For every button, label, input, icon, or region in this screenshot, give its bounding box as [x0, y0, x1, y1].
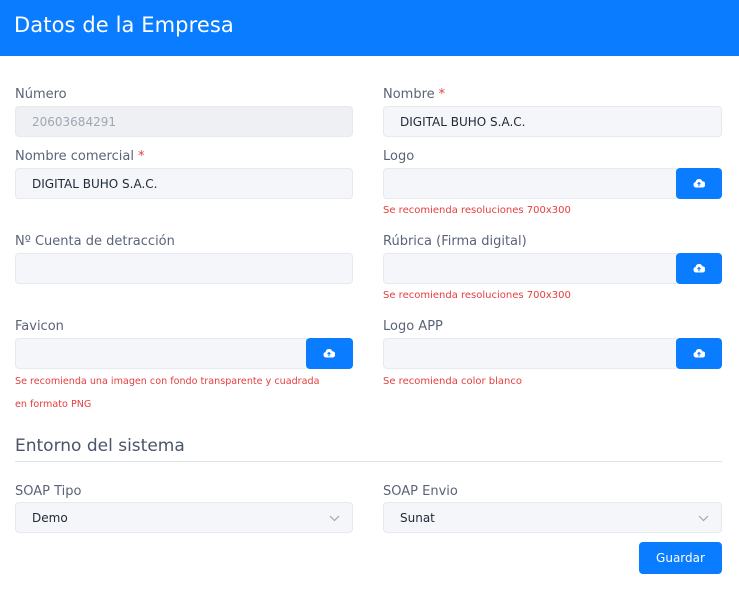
nombre-value: DIGITAL BUHO S.A.C.	[400, 115, 526, 129]
cloud-upload-icon	[693, 264, 705, 273]
logo-hint: Se recomienda resoluciones 700x300	[383, 205, 571, 216]
numero-field: 20603684291	[15, 106, 353, 137]
rubrica-hint: Se recomienda resoluciones 700x300	[383, 290, 571, 301]
cuenta-detraccion-field[interactable]	[15, 253, 353, 284]
numero-value: 20603684291	[32, 115, 116, 129]
nombre-comercial-label: Nombre comercial *	[15, 149, 145, 164]
cloud-upload-icon	[323, 349, 335, 358]
soap-envio-selected: Sunat	[400, 511, 435, 525]
chevron-down-icon	[329, 515, 340, 522]
nombre-field[interactable]: DIGITAL BUHO S.A.C.	[383, 106, 722, 137]
soap-tipo-label: SOAP Tipo	[15, 484, 82, 499]
logo-upload-button[interactable]	[676, 168, 722, 199]
favicon-hint-line1: Se recomienda una imagen con fondo trans…	[15, 376, 320, 387]
required-mark: *	[137, 149, 145, 164]
rubrica-file-field[interactable]	[383, 253, 677, 284]
section-title-entorno: Entorno del sistema	[15, 436, 185, 456]
rubrica-label: Rúbrica (Firma digital)	[383, 234, 527, 249]
page-title: Datos de la Empresa	[14, 13, 234, 37]
favicon-file-field[interactable]	[15, 338, 307, 369]
favicon-label: Favicon	[15, 319, 64, 334]
logo-label: Logo	[383, 149, 415, 164]
section-divider	[15, 461, 722, 462]
rubrica-upload-button[interactable]	[676, 253, 722, 284]
save-button[interactable]: Guardar	[639, 542, 722, 574]
nombre-comercial-value: DIGITAL BUHO S.A.C.	[32, 177, 158, 191]
cloud-upload-icon	[693, 179, 705, 188]
soap-envio-label: SOAP Envio	[383, 484, 458, 499]
cuenta-detraccion-label: Nº Cuenta de detracción	[15, 234, 175, 249]
logo-app-label: Logo APP	[383, 319, 443, 334]
soap-tipo-selected: Demo	[32, 511, 68, 525]
cloud-upload-icon	[693, 349, 705, 358]
logo-app-upload-button[interactable]	[676, 338, 722, 369]
logo-app-file-field[interactable]	[383, 338, 677, 369]
page-header: Datos de la Empresa	[0, 0, 739, 56]
chevron-down-icon	[698, 515, 709, 522]
favicon-hint-line2: en formato PNG	[15, 399, 92, 410]
required-mark: *	[438, 87, 446, 102]
soap-envio-select[interactable]: Sunat	[383, 502, 722, 533]
logo-file-field[interactable]	[383, 168, 677, 199]
logo-app-hint: Se recomienda color blanco	[383, 376, 523, 387]
favicon-upload-button[interactable]	[306, 338, 353, 369]
numero-label: Número	[15, 87, 67, 102]
nombre-label: Nombre *	[383, 87, 446, 102]
soap-tipo-select[interactable]: Demo	[15, 502, 353, 533]
nombre-comercial-field[interactable]: DIGITAL BUHO S.A.C.	[15, 168, 353, 199]
